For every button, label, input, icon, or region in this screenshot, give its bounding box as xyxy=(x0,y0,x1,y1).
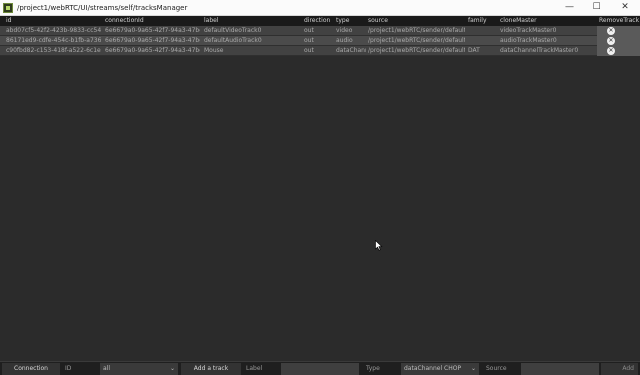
cell-type: audio xyxy=(336,37,353,44)
column-header-source[interactable]: source xyxy=(366,16,465,26)
maximize-button[interactable]: ☐ xyxy=(583,0,610,16)
source-label: Source xyxy=(486,365,507,372)
column-header-type[interactable]: type xyxy=(334,16,366,26)
cell-clone-master: dataChannelTrackMaster0 xyxy=(500,47,579,54)
column-header-id[interactable]: id xyxy=(4,16,101,26)
source-input[interactable] xyxy=(521,363,599,375)
cell-direction: out xyxy=(304,37,314,44)
cell-id: 86171ed9-cdfe-454c-b1fb-a7369f xyxy=(6,37,101,44)
remove-track-button[interactable]: ✕ xyxy=(607,47,615,55)
cell-clone-master: videoTrackMaster0 xyxy=(500,27,557,34)
type-label: Type xyxy=(366,365,380,372)
cell-source: /project1/webRTC/sender/defaultI xyxy=(368,37,465,44)
add-button[interactable]: Add xyxy=(601,363,638,375)
cell-connection-id: 6e6679a0-9a65-42f7-94a3-47be3 xyxy=(105,47,200,54)
cell-connection-id: 6e6679a0-9a65-42f7-94a3-47be3 xyxy=(105,37,200,44)
cell-id: abd07cf5-42f2-423b-9833-cc548a xyxy=(6,27,101,34)
tracks-table: id connectionId label direction type sou… xyxy=(0,16,640,56)
bottom-toolbar: Connection ID all ⌄ Add a track Label Ty… xyxy=(0,361,640,375)
table-row[interactable]: c90fbd82-c153-418f-a522-6c1ec8 6e6679a0-… xyxy=(0,46,640,56)
close-button[interactable]: ✕ xyxy=(610,0,640,16)
connection-button[interactable]: Connection xyxy=(2,363,60,375)
id-label: ID xyxy=(65,365,72,372)
cell-remove-track: ✕ xyxy=(597,36,640,46)
column-header-clone-master[interactable]: cloneMaster xyxy=(498,16,595,26)
cell-direction: out xyxy=(304,47,314,54)
cell-id: c90fbd82-c153-418f-a522-6c1ec8 xyxy=(6,47,101,54)
cell-label: defaultAudioTrack0 xyxy=(204,37,262,44)
app-icon xyxy=(3,2,13,13)
cell-remove-track: ✕ xyxy=(597,26,640,36)
column-header-connection-id[interactable]: connectionId xyxy=(103,16,200,26)
chevron-down-icon: ⌄ xyxy=(470,365,476,372)
window-title: /project1/webRTC/UI/streams/self/tracksM… xyxy=(17,3,188,12)
column-header-remove-track[interactable]: RemoveTrack xyxy=(597,16,640,26)
cell-label: defaultVideoTrack0 xyxy=(204,27,262,34)
cell-clone-master: audioTrackMaster0 xyxy=(500,37,557,44)
cell-source: /project1/webRTC/sender/defaultI xyxy=(368,27,465,34)
column-header-direction[interactable]: direction xyxy=(302,16,332,26)
mouse-cursor-icon xyxy=(375,240,383,251)
add-a-track-button[interactable]: Add a track xyxy=(181,363,241,375)
cell-family xyxy=(466,26,498,36)
column-header-family[interactable]: family xyxy=(466,16,498,26)
cell-family xyxy=(466,36,498,46)
type-select-value: dataChannel CHOP xyxy=(404,365,462,372)
remove-track-button[interactable]: ✕ xyxy=(607,37,615,45)
label-input[interactable] xyxy=(281,363,359,375)
cell-type: video xyxy=(336,27,353,34)
minimize-button[interactable]: — xyxy=(556,0,583,16)
title-bar: /project1/webRTC/UI/streams/self/tracksM… xyxy=(0,0,640,16)
cell-direction: out xyxy=(304,27,314,34)
id-select[interactable]: all ⌄ xyxy=(100,363,178,375)
cell-remove-track: ✕ xyxy=(597,46,640,56)
column-header-label[interactable]: label xyxy=(202,16,299,26)
tracks-manager-window: /project1/webRTC/UI/streams/self/tracksM… xyxy=(0,0,640,375)
id-select-value: all xyxy=(103,365,111,372)
cell-source: /project1/webRTC/sender/defaultI xyxy=(368,47,465,54)
cell-family: DAT xyxy=(468,47,480,54)
table-row[interactable]: abd07cf5-42f2-423b-9833-cc548a 6e6679a0-… xyxy=(0,26,640,36)
table-row[interactable]: 86171ed9-cdfe-454c-b1fb-a7369f 6e6679a0-… xyxy=(0,36,640,46)
label-label: Label xyxy=(246,365,263,372)
chevron-down-icon: ⌄ xyxy=(169,365,175,372)
table-header: id connectionId label direction type sou… xyxy=(0,16,640,26)
cell-connection-id: 6e6679a0-9a65-42f7-94a3-47be3 xyxy=(105,27,200,34)
cell-type: dataChann xyxy=(336,47,366,54)
type-select[interactable]: dataChannel CHOP ⌄ xyxy=(401,363,479,375)
cell-label: Mouse xyxy=(204,47,224,54)
remove-track-button[interactable]: ✕ xyxy=(607,27,615,35)
